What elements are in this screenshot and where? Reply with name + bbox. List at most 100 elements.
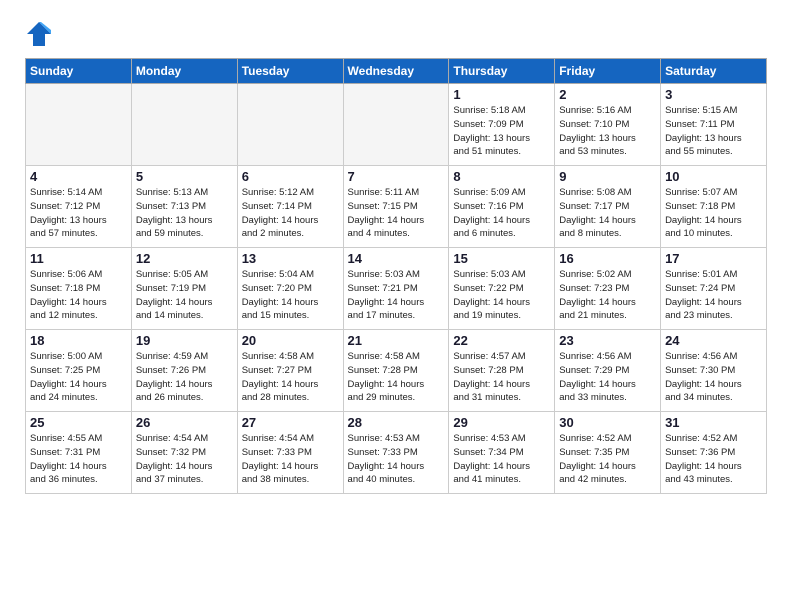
week-row-5: 25 Sunrise: 4:55 AM Sunset: 7:31 PM Dayli… [26,412,767,494]
logo [25,20,56,48]
day-number: 29 [453,415,550,430]
day-info: Sunrise: 4:55 AM Sunset: 7:31 PM Dayligh… [30,432,127,487]
calendar-cell: 17 Sunrise: 5:01 AM Sunset: 7:24 PM Dayli… [661,248,767,330]
day-info: Sunrise: 4:58 AM Sunset: 7:28 PM Dayligh… [348,350,445,405]
calendar-cell: 18Sunrise: 5:00 AM Sunset: 7:25 PM Dayli… [26,330,132,412]
calendar-cell: 25 Sunrise: 4:55 AM Sunset: 7:31 PM Dayli… [26,412,132,494]
day-number: 5 [136,169,233,184]
calendar-cell: 27 Sunrise: 4:54 AM Sunset: 7:33 PM Dayli… [237,412,343,494]
day-number: 22 [453,333,550,348]
weekday-header-sunday: Sunday [26,59,132,84]
day-info: Sunrise: 4:53 AM Sunset: 7:33 PM Dayligh… [348,432,445,487]
day-number: 17 [665,251,762,266]
calendar-cell: 5 Sunrise: 5:13 AM Sunset: 7:13 PM Daylig… [131,166,237,248]
weekday-header-saturday: Saturday [661,59,767,84]
day-info: Sunrise: 5:11 AM Sunset: 7:15 PM Dayligh… [348,186,445,241]
day-info: Sunrise: 4:58 AM Sunset: 7:27 PM Dayligh… [242,350,339,405]
calendar-cell: 31Sunrise: 4:52 AM Sunset: 7:36 PM Dayli… [661,412,767,494]
calendar-page: SundayMondayTuesdayWednesdayThursdayFrid… [0,0,792,514]
day-info: Sunrise: 5:04 AM Sunset: 7:20 PM Dayligh… [242,268,339,323]
day-number: 7 [348,169,445,184]
calendar-cell: 26 Sunrise: 4:54 AM Sunset: 7:32 PM Dayli… [131,412,237,494]
day-info: Sunrise: 5:08 AM Sunset: 7:17 PM Dayligh… [559,186,656,241]
day-info: Sunrise: 4:56 AM Sunset: 7:30 PM Dayligh… [665,350,762,405]
day-info: Sunrise: 4:53 AM Sunset: 7:34 PM Dayligh… [453,432,550,487]
calendar-cell: 7 Sunrise: 5:11 AM Sunset: 7:15 PM Daylig… [343,166,449,248]
day-number: 13 [242,251,339,266]
day-info: Sunrise: 5:13 AM Sunset: 7:13 PM Dayligh… [136,186,233,241]
calendar-cell: 1 Sunrise: 5:18 AM Sunset: 7:09 PM Daylig… [449,84,555,166]
calendar-cell [343,84,449,166]
day-number: 1 [453,87,550,102]
day-number: 23 [559,333,656,348]
day-number: 6 [242,169,339,184]
day-info: Sunrise: 5:03 AM Sunset: 7:21 PM Dayligh… [348,268,445,323]
day-info: Sunrise: 5:07 AM Sunset: 7:18 PM Dayligh… [665,186,762,241]
calendar-cell [26,84,132,166]
day-info: Sunrise: 5:15 AM Sunset: 7:11 PM Dayligh… [665,104,762,159]
calendar-cell: 22 Sunrise: 4:57 AM Sunset: 7:28 PM Dayli… [449,330,555,412]
day-number: 3 [665,87,762,102]
calendar-cell: 12 Sunrise: 5:05 AM Sunset: 7:19 PM Dayli… [131,248,237,330]
day-number: 19 [136,333,233,348]
day-number: 15 [453,251,550,266]
calendar-cell: 16 Sunrise: 5:02 AM Sunset: 7:23 PM Dayli… [555,248,661,330]
day-info: Sunrise: 5:06 AM Sunset: 7:18 PM Dayligh… [30,268,127,323]
day-info: Sunrise: 4:52 AM Sunset: 7:36 PM Dayligh… [665,432,762,487]
calendar-cell: 23 Sunrise: 4:56 AM Sunset: 7:29 PM Dayli… [555,330,661,412]
day-number: 25 [30,415,127,430]
day-info: Sunrise: 5:05 AM Sunset: 7:19 PM Dayligh… [136,268,233,323]
calendar-cell: 28 Sunrise: 4:53 AM Sunset: 7:33 PM Dayli… [343,412,449,494]
day-info: Sunrise: 5:12 AM Sunset: 7:14 PM Dayligh… [242,186,339,241]
day-info: Sunrise: 5:18 AM Sunset: 7:09 PM Dayligh… [453,104,550,159]
week-row-2: 4Sunrise: 5:14 AM Sunset: 7:12 PM Daylig… [26,166,767,248]
day-number: 14 [348,251,445,266]
day-number: 16 [559,251,656,266]
weekday-header-wednesday: Wednesday [343,59,449,84]
weekday-header-friday: Friday [555,59,661,84]
header [25,20,767,48]
logo-icon [25,20,53,48]
calendar-cell [131,84,237,166]
day-info: Sunrise: 4:56 AM Sunset: 7:29 PM Dayligh… [559,350,656,405]
calendar-cell: 11 Sunrise: 5:06 AM Sunset: 7:18 PM Dayli… [26,248,132,330]
day-number: 27 [242,415,339,430]
calendar-cell: 4Sunrise: 5:14 AM Sunset: 7:12 PM Daylig… [26,166,132,248]
weekday-header-monday: Monday [131,59,237,84]
calendar-cell: 3 Sunrise: 5:15 AM Sunset: 7:11 PM Daylig… [661,84,767,166]
day-number: 4 [30,169,127,184]
day-number: 8 [453,169,550,184]
day-info: Sunrise: 5:03 AM Sunset: 7:22 PM Dayligh… [453,268,550,323]
calendar-cell: 21 Sunrise: 4:58 AM Sunset: 7:28 PM Dayli… [343,330,449,412]
calendar-cell: 19 Sunrise: 4:59 AM Sunset: 7:26 PM Dayli… [131,330,237,412]
day-number: 18 [30,333,127,348]
weekday-header-thursday: Thursday [449,59,555,84]
weekday-header-tuesday: Tuesday [237,59,343,84]
day-number: 20 [242,333,339,348]
day-number: 9 [559,169,656,184]
day-number: 11 [30,251,127,266]
calendar-cell: 30 Sunrise: 4:52 AM Sunset: 7:35 PM Dayli… [555,412,661,494]
calendar-cell: 6 Sunrise: 5:12 AM Sunset: 7:14 PM Daylig… [237,166,343,248]
calendar-cell [237,84,343,166]
day-info: Sunrise: 4:59 AM Sunset: 7:26 PM Dayligh… [136,350,233,405]
calendar-cell: 29 Sunrise: 4:53 AM Sunset: 7:34 PM Dayli… [449,412,555,494]
calendar-cell: 20 Sunrise: 4:58 AM Sunset: 7:27 PM Dayli… [237,330,343,412]
day-number: 28 [348,415,445,430]
calendar-table: SundayMondayTuesdayWednesdayThursdayFrid… [25,58,767,494]
day-number: 12 [136,251,233,266]
day-number: 26 [136,415,233,430]
day-info: Sunrise: 4:54 AM Sunset: 7:33 PM Dayligh… [242,432,339,487]
calendar-cell: 2Sunrise: 5:16 AM Sunset: 7:10 PM Daylig… [555,84,661,166]
day-info: Sunrise: 5:02 AM Sunset: 7:23 PM Dayligh… [559,268,656,323]
day-info: Sunrise: 4:52 AM Sunset: 7:35 PM Dayligh… [559,432,656,487]
calendar-cell: 24 Sunrise: 4:56 AM Sunset: 7:30 PM Dayli… [661,330,767,412]
calendar-cell: 10 Sunrise: 5:07 AM Sunset: 7:18 PM Dayli… [661,166,767,248]
day-info: Sunrise: 4:54 AM Sunset: 7:32 PM Dayligh… [136,432,233,487]
day-number: 24 [665,333,762,348]
day-number: 10 [665,169,762,184]
day-info: Sunrise: 5:01 AM Sunset: 7:24 PM Dayligh… [665,268,762,323]
day-number: 30 [559,415,656,430]
day-info: Sunrise: 4:57 AM Sunset: 7:28 PM Dayligh… [453,350,550,405]
day-number: 21 [348,333,445,348]
